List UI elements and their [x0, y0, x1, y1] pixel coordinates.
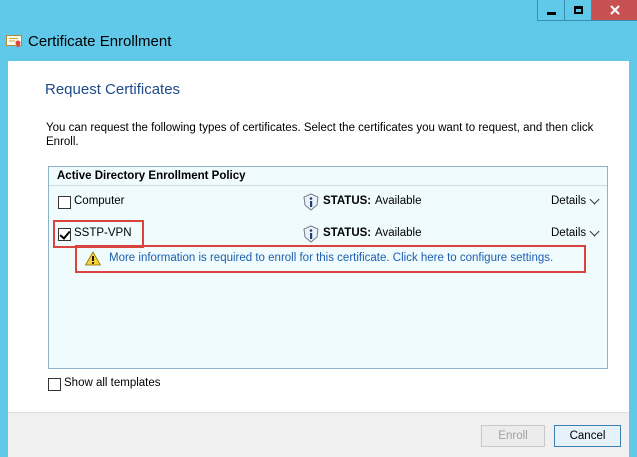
details-label: Details — [551, 195, 587, 207]
window-controls — [537, 0, 637, 21]
minimize-button[interactable] — [537, 0, 564, 21]
enroll-button[interactable]: Enroll — [481, 425, 545, 447]
warning-icon — [85, 251, 101, 266]
configure-settings-link[interactable]: More information is required to enroll f… — [109, 252, 553, 264]
sstp-vpn-checkbox[interactable] — [58, 228, 71, 241]
info-status-icon — [303, 225, 319, 243]
certificate-name: SSTP-VPN — [74, 227, 132, 239]
dialog-content: Request Certificates You can request the… — [8, 61, 629, 412]
details-toggle-computer[interactable]: Details — [551, 194, 600, 207]
details-toggle-sstp-vpn[interactable]: Details — [551, 226, 600, 239]
window-title: Certificate Enrollment — [28, 33, 172, 50]
certificate-row-sstp-vpn: SSTP-VPN STATUS: Available Details — [49, 220, 607, 248]
details-label: Details — [551, 227, 587, 239]
status-value: Available — [375, 195, 422, 207]
dialog-footer: Enroll Cancel — [8, 412, 629, 457]
maximize-icon — [573, 6, 583, 14]
cancel-button[interactable]: Cancel — [554, 425, 621, 447]
certificate-row-computer: Computer STATUS: Available Details — [49, 193, 607, 213]
minimize-icon — [546, 11, 556, 15]
page-description: You can request the following types of c… — [46, 122, 594, 148]
certificate-name: Computer — [74, 195, 125, 207]
page-heading: Request Certificates — [45, 81, 181, 98]
chevron-down-icon — [589, 226, 600, 236]
warning-highlight-box: More information is required to enroll f… — [75, 245, 586, 273]
info-status-icon — [303, 193, 319, 211]
close-button[interactable] — [591, 0, 637, 21]
show-all-templates-label: Show all templates — [64, 377, 161, 389]
certificate-icon — [6, 35, 22, 48]
chevron-down-icon — [589, 194, 600, 204]
policy-header: Active Directory Enrollment Policy — [49, 167, 607, 186]
status-value: Available — [375, 227, 422, 239]
show-all-templates-checkbox[interactable] — [48, 378, 61, 391]
status-label: STATUS: — [323, 227, 372, 239]
status-label: STATUS: — [323, 195, 372, 207]
computer-checkbox[interactable] — [58, 196, 71, 209]
close-icon — [609, 5, 620, 15]
maximize-button[interactable] — [564, 0, 591, 21]
